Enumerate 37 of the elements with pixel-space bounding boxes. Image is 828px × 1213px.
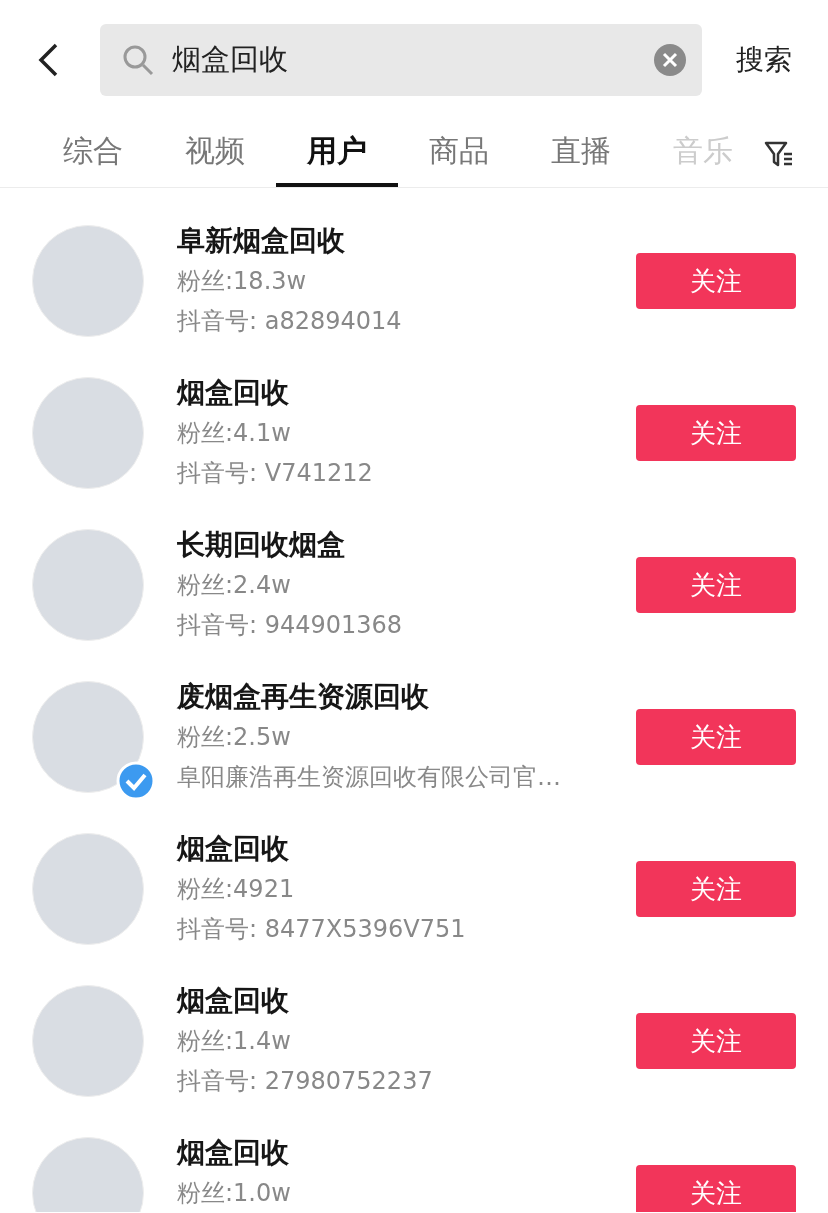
- tab[interactable]: 直播: [520, 120, 642, 187]
- search-field[interactable]: 烟盒回收: [100, 24, 702, 96]
- user-name: 废烟盒再生资源回收: [177, 679, 430, 715]
- tab[interactable]: 用户: [276, 120, 398, 187]
- user-name: 烟盒回收: [177, 831, 290, 867]
- follower-count: 粉丝:4921: [177, 874, 296, 905]
- search-query: 烟盒回收: [172, 41, 289, 78]
- follow-button[interactable]: 关注: [636, 253, 796, 309]
- user-id: 抖音号: 944901368: [177, 610, 404, 641]
- follow-button[interactable]: 关注: [636, 1013, 796, 1069]
- tab[interactable]: 商品: [398, 120, 520, 187]
- search-button[interactable]: 搜索: [736, 41, 792, 79]
- user-name: 阜新烟盒回收: [177, 223, 346, 259]
- user-id: 抖音号: 27980752237: [177, 1066, 434, 1097]
- follow-button[interactable]: 关注: [636, 1165, 796, 1212]
- user-id: 阜阳廉浩再生资源回收有限公司官…: [177, 762, 562, 793]
- tab[interactable]: 视频: [154, 120, 276, 187]
- user-id: 抖音号: V741212: [177, 458, 374, 489]
- follow-button[interactable]: 关注: [636, 405, 796, 461]
- user-name: 烟盒回收: [177, 1135, 290, 1171]
- follower-count: 粉丝:18.3w: [177, 266, 308, 297]
- follow-button[interactable]: 关注: [636, 861, 796, 917]
- user-id: 抖音号: 8477X5396V751: [177, 914, 467, 945]
- follower-count: 粉丝:2.5w: [177, 722, 292, 753]
- user-id: 抖音号: a82894014: [177, 306, 403, 337]
- search-icon: [122, 44, 154, 76]
- clear-icon[interactable]: [654, 44, 686, 76]
- follower-count: 粉丝:1.4w: [177, 1026, 292, 1057]
- tab[interactable]: 综合: [32, 120, 154, 187]
- follow-button[interactable]: 关注: [636, 557, 796, 613]
- user-name: 长期回收烟盒: [177, 527, 346, 563]
- user-name: 烟盒回收: [177, 983, 290, 1019]
- follow-button[interactable]: 关注: [636, 709, 796, 765]
- follower-count: 粉丝:2.4w: [177, 570, 292, 601]
- user-name: 烟盒回收: [177, 375, 290, 411]
- follower-count: 粉丝:4.1w: [177, 418, 292, 449]
- follower-count: 粉丝:1.0w: [177, 1178, 292, 1209]
